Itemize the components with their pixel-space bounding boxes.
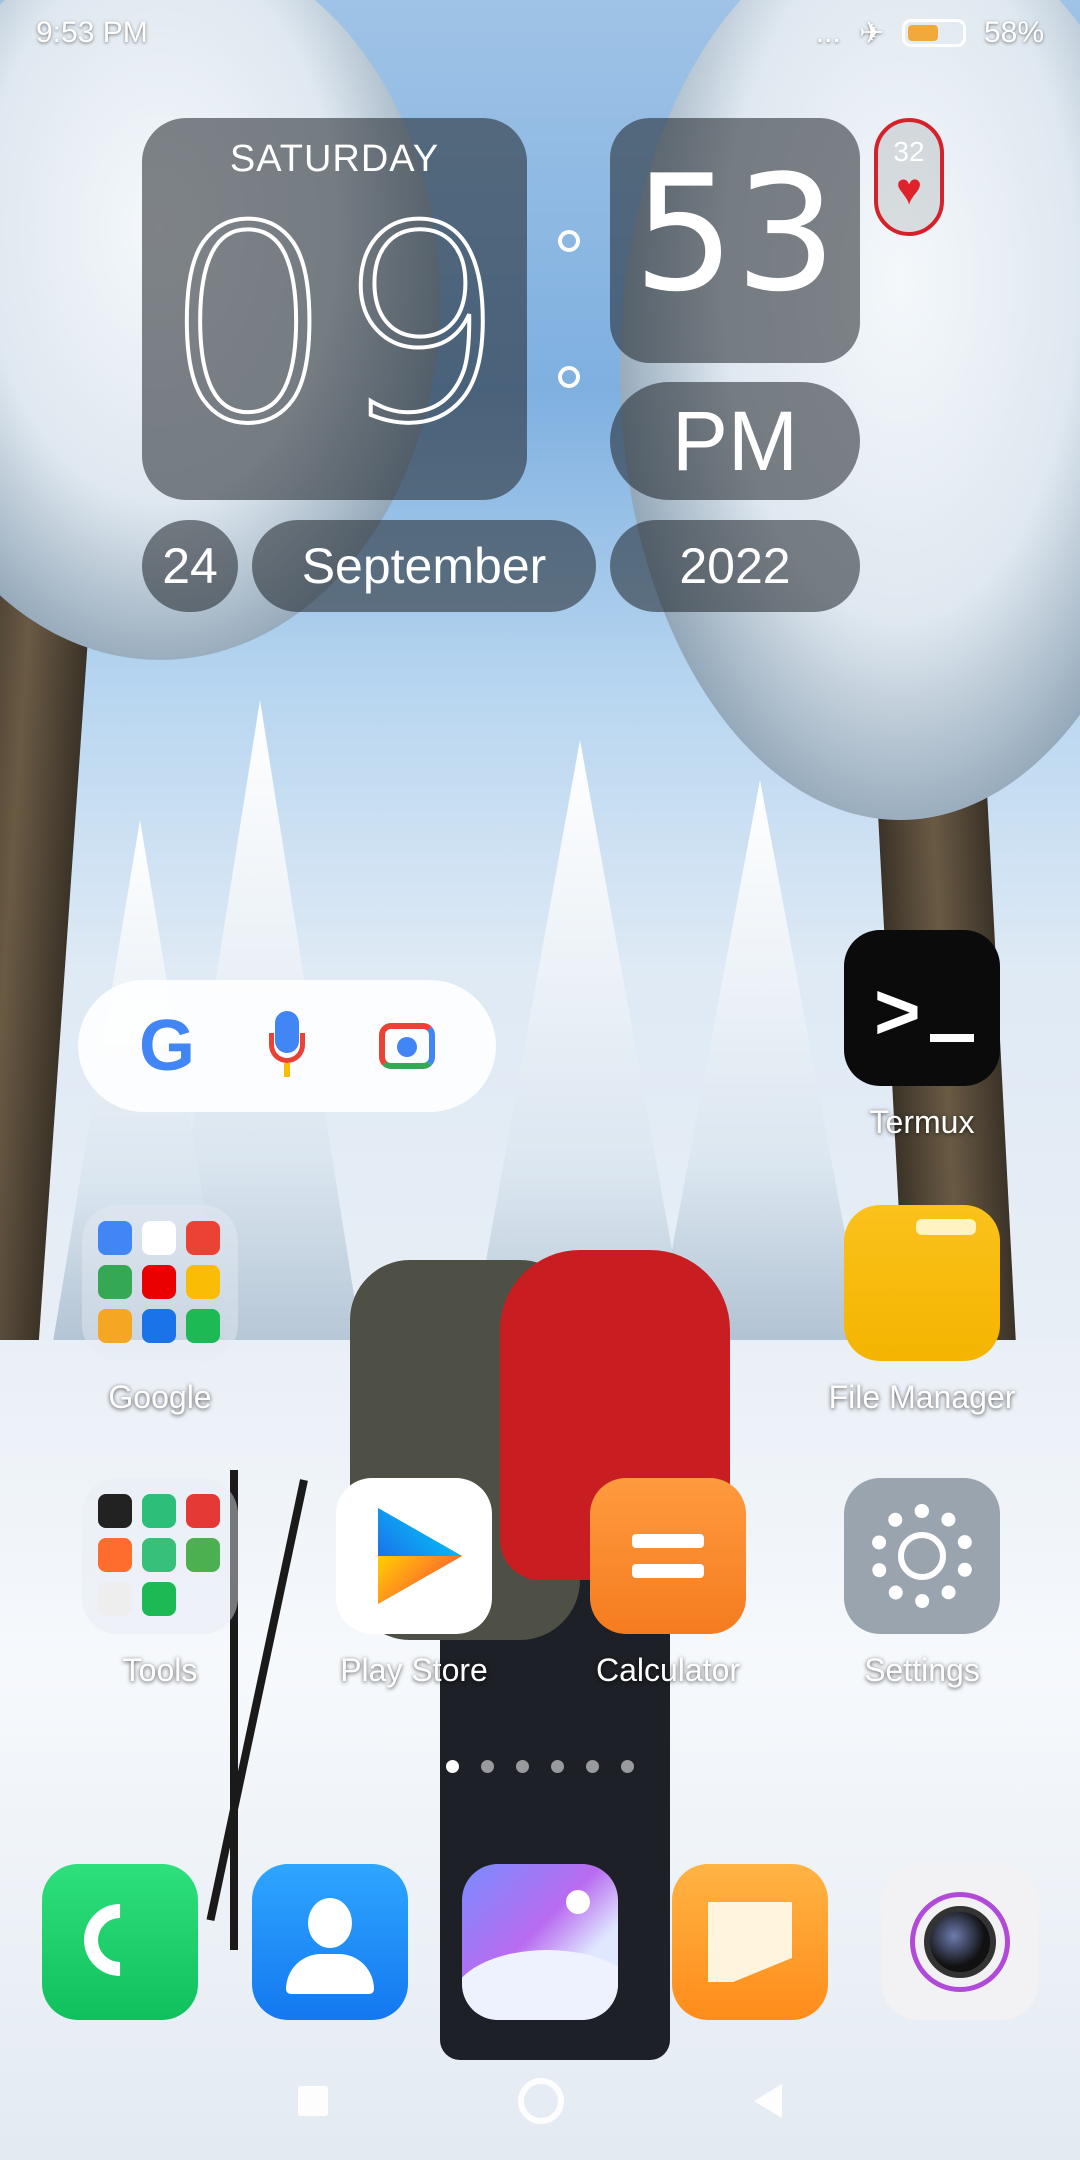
folder-app-icon <box>98 1538 132 1572</box>
google-logo-icon[interactable]: G <box>139 1005 195 1087</box>
google-folder-icon[interactable] <box>82 1205 238 1361</box>
battery-icon <box>901 19 966 47</box>
dock-contacts[interactable] <box>230 1864 430 2020</box>
folder-app-icon <box>98 1309 132 1343</box>
folder-app-icon <box>98 1494 132 1528</box>
folder-app-icon <box>186 1221 220 1255</box>
recents-button[interactable] <box>298 2086 328 2116</box>
folder-app-icon <box>142 1582 176 1616</box>
play-store-icon[interactable] <box>336 1478 492 1634</box>
folder-app-icon <box>142 1494 176 1528</box>
page-dot[interactable] <box>621 1760 634 1773</box>
app-play-store[interactable]: Play Store <box>314 1478 514 1689</box>
heart-rate-widget[interactable]: 32 ♥ <box>874 118 944 236</box>
page-dot[interactable] <box>481 1760 494 1773</box>
folder-app-icon <box>142 1309 176 1343</box>
gear-icon[interactable] <box>844 1478 1000 1634</box>
folder-app-icon <box>142 1538 176 1572</box>
clock-widget-ampm[interactable]: PM <box>610 382 860 500</box>
camera-icon[interactable] <box>882 1864 1038 2020</box>
clock-widget-hour[interactable]: SATURDAY 09 <box>142 118 527 500</box>
tools-folder-icon[interactable] <box>82 1478 238 1634</box>
folder-app-icon <box>142 1221 176 1255</box>
folder-label: Google <box>108 1379 212 1415</box>
clock-minute: 53 <box>633 140 837 327</box>
page-dot[interactable] <box>446 1760 459 1773</box>
folder-app-icon <box>186 1309 220 1343</box>
dock-gallery[interactable] <box>440 1864 640 2020</box>
more-notifications-icon: ... <box>815 16 841 49</box>
app-settings[interactable]: Settings <box>822 1478 1022 1689</box>
google-search-bar[interactable]: G <box>78 980 496 1112</box>
status-time: 9:53 PM <box>36 16 148 49</box>
folder-app-icon <box>142 1265 176 1299</box>
airplane-mode-icon: ✈ <box>858 16 884 50</box>
dock-camera[interactable] <box>860 1864 1060 2020</box>
heart-icon: ♥ <box>895 165 923 214</box>
clock-widget-minute[interactable]: 53 <box>610 118 860 363</box>
year-pill: 2022 <box>610 520 860 612</box>
folder-icon[interactable] <box>844 1205 1000 1361</box>
home-button[interactable] <box>518 2078 564 2124</box>
back-button[interactable] <box>754 2084 782 2118</box>
navigation-bar <box>0 2042 1080 2160</box>
app-label: Play Store <box>340 1652 488 1688</box>
month-pill: September <box>252 520 596 612</box>
prompt-cursor <box>930 1034 974 1042</box>
camera-lens-icon[interactable] <box>378 1023 435 1069</box>
clock-colon-dot <box>558 366 580 388</box>
page-indicator[interactable] <box>0 1760 1080 1773</box>
folder-app-icon <box>186 1494 220 1528</box>
date-day-pill: 24 <box>142 520 238 612</box>
clock-hour: 09 <box>161 166 509 485</box>
folder-tools[interactable]: Tools <box>60 1478 260 1689</box>
dock-phone[interactable] <box>20 1864 220 2020</box>
app-label: File Manager <box>828 1379 1016 1415</box>
calculator-icon[interactable] <box>590 1478 746 1634</box>
app-label: Settings <box>864 1652 980 1688</box>
folder-app-icon <box>98 1221 132 1255</box>
mic-icon[interactable] <box>265 1011 309 1081</box>
clock-colon-dot <box>558 230 580 252</box>
app-label: Calculator <box>595 1652 741 1688</box>
status-bar: 9:53 PM ... ✈ 58% <box>0 0 1080 66</box>
messages-icon[interactable] <box>672 1864 828 2020</box>
folder-app-icon <box>186 1538 220 1572</box>
app-label: Termux <box>869 1104 975 1140</box>
status-icons: ... ✈ 58% <box>816 16 1044 51</box>
folder-google[interactable]: Google <box>60 1205 260 1416</box>
termux-icon[interactable]: > <box>844 930 1000 1086</box>
folder-app-icon <box>186 1265 220 1299</box>
dock-messages[interactable] <box>650 1864 850 2020</box>
folder-label: Tools <box>122 1652 198 1688</box>
battery-percent: 58% <box>983 16 1044 49</box>
page-dot[interactable] <box>586 1760 599 1773</box>
app-calculator[interactable]: Calculator <box>568 1478 768 1689</box>
heart-rate-value: 32 <box>893 136 925 167</box>
folder-app-icon <box>98 1582 132 1616</box>
app-termux[interactable]: > Termux <box>822 930 1022 1141</box>
page-dot[interactable] <box>516 1760 529 1773</box>
phone-icon[interactable] <box>42 1864 198 2020</box>
folder-app-icon <box>98 1265 132 1299</box>
clock-ampm: PM <box>672 394 798 488</box>
app-file-manager[interactable]: File Manager <box>822 1205 1022 1416</box>
prompt-chevron: > <box>874 967 921 1056</box>
page-dot[interactable] <box>551 1760 564 1773</box>
gallery-icon[interactable] <box>462 1864 618 2020</box>
battery-level <box>907 25 939 41</box>
contacts-icon[interactable] <box>252 1864 408 2020</box>
